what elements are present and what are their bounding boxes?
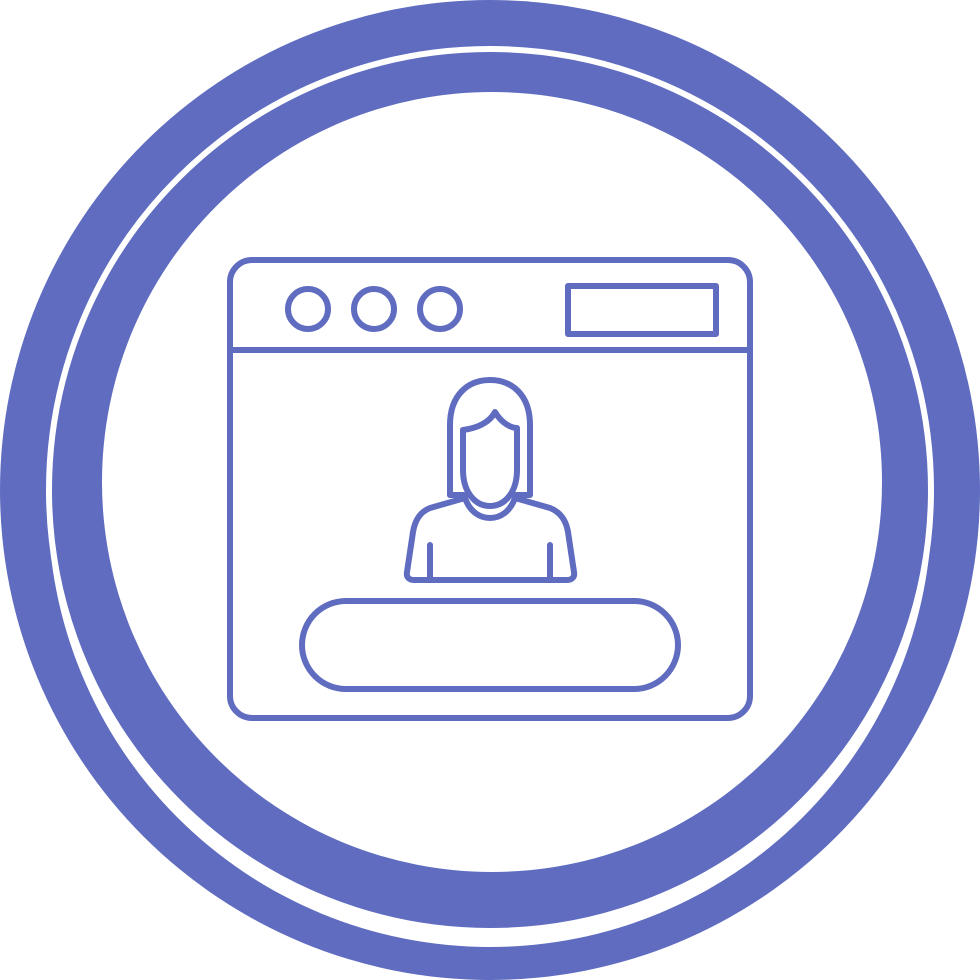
browser-window-user-profile-icon bbox=[0, 0, 980, 980]
swirl-ring-icon bbox=[0, 0, 980, 980]
icon-canvas bbox=[0, 0, 980, 980]
